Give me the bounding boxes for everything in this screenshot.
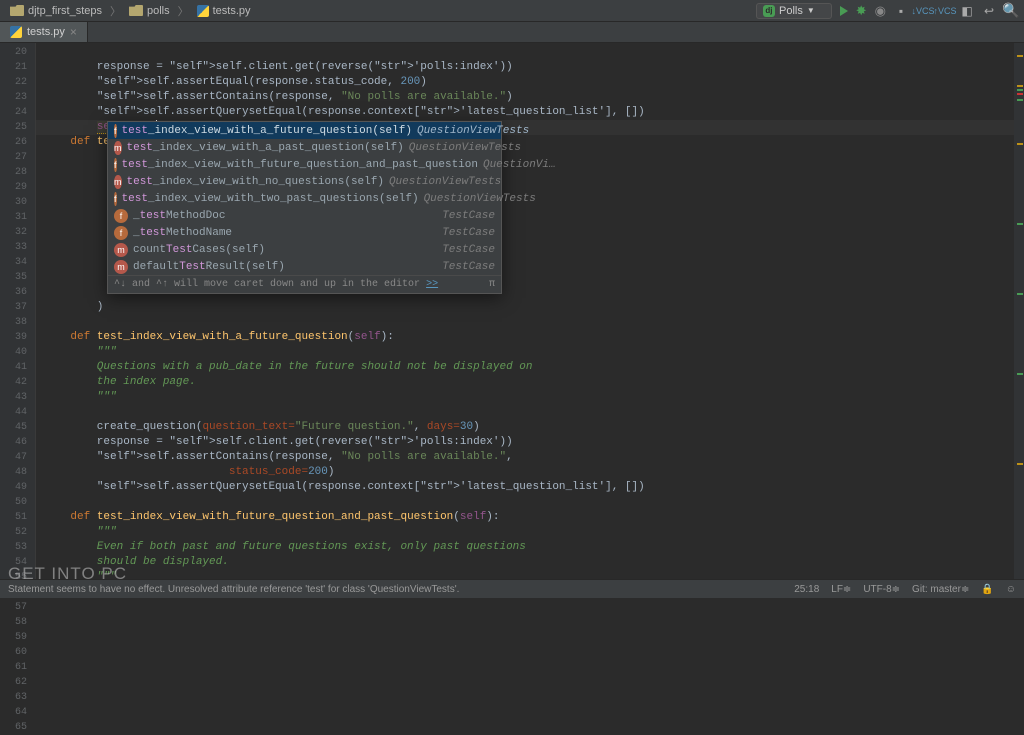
file-encoding[interactable]: UTF-8≑ bbox=[863, 584, 900, 595]
completion-kind-icon: m bbox=[114, 260, 128, 274]
autocomplete-item[interactable]: ftest_index_view_with_a_future_question(… bbox=[108, 122, 501, 139]
autocomplete-popup[interactable]: ftest_index_view_with_a_future_question(… bbox=[107, 121, 502, 294]
lock-icon[interactable]: 🔒 bbox=[981, 584, 993, 595]
folder-icon bbox=[10, 5, 24, 16]
breadcrumb-folder[interactable]: polls bbox=[125, 3, 174, 19]
completion-kind-icon: f bbox=[114, 124, 117, 138]
editor-actions-link[interactable]: >> bbox=[426, 279, 438, 290]
autocomplete-item[interactable]: mdefaultTestResult(self)TestCase bbox=[108, 258, 501, 275]
status-bar: Statement seems to have no effect. Unres… bbox=[0, 579, 1024, 598]
status-message: Statement seems to have no effect. Unres… bbox=[8, 584, 459, 595]
toolbar-right: djPolls ▼ ✸ ◉ ▪ ↓VCS ↑VCS ◧ ↩ 🔍 bbox=[756, 3, 1018, 19]
autocomplete-item[interactable]: mcountTestCases(self)TestCase bbox=[108, 241, 501, 258]
close-icon[interactable]: × bbox=[70, 25, 77, 39]
git-branch[interactable]: Git: master≑ bbox=[912, 584, 969, 595]
run-button[interactable] bbox=[840, 6, 848, 16]
python-file-icon bbox=[197, 5, 209, 17]
breadcrumb-root[interactable]: djtp_first_steps bbox=[6, 3, 106, 19]
autocomplete-hint: ^↓ and ^↑ will move caret down and up in… bbox=[108, 275, 501, 293]
autocomplete-item[interactable]: f_testMethodDocTestCase bbox=[108, 207, 501, 224]
error-stripe[interactable] bbox=[1014, 43, 1024, 579]
completion-kind-icon: f bbox=[114, 158, 117, 172]
run-with-coverage-button[interactable]: ◉ bbox=[875, 3, 886, 19]
editor-tabs: tests.py × bbox=[0, 22, 1024, 43]
chevron-down-icon: ▼ bbox=[807, 6, 815, 15]
vcs-revert-button[interactable]: ↩ bbox=[982, 4, 996, 18]
vcs-update-button[interactable]: ↓VCS bbox=[916, 4, 930, 18]
top-toolbar: djtp_first_steps 〉 polls 〉 tests.py djPo… bbox=[0, 0, 1024, 22]
profile-button[interactable]: ▪ bbox=[894, 4, 908, 18]
watermark: GET INTO PC bbox=[8, 564, 127, 584]
autocomplete-item[interactable]: mtest_index_view_with_a_past_question(se… bbox=[108, 139, 501, 156]
tab-tests-py[interactable]: tests.py × bbox=[0, 22, 88, 42]
debug-button[interactable]: ✸ bbox=[856, 3, 867, 19]
folder-icon bbox=[129, 5, 143, 16]
completion-kind-icon: m bbox=[114, 243, 128, 257]
autocomplete-item[interactable]: mtest_index_view_with_no_questions(self)… bbox=[108, 173, 501, 190]
python-file-icon bbox=[10, 26, 22, 38]
breadcrumb: djtp_first_steps 〉 polls 〉 tests.py bbox=[6, 3, 255, 19]
chevron-right-icon: 〉 bbox=[110, 3, 121, 19]
autocomplete-item[interactable]: ftest_index_view_with_two_past_questions… bbox=[108, 190, 501, 207]
line-gutter: 2021222324252627282930313233343536373839… bbox=[0, 43, 36, 579]
vcs-commit-button[interactable]: ↑VCS bbox=[938, 4, 952, 18]
breadcrumb-file[interactable]: tests.py bbox=[193, 3, 255, 19]
completion-kind-icon: f bbox=[114, 192, 117, 206]
chevron-right-icon: 〉 bbox=[178, 3, 189, 19]
editor[interactable]: 2021222324252627282930313233343536373839… bbox=[0, 43, 1024, 579]
completion-kind-icon: f bbox=[114, 209, 128, 223]
completion-kind-icon: m bbox=[114, 175, 122, 189]
django-icon: dj bbox=[763, 5, 775, 17]
completion-kind-icon: m bbox=[114, 141, 122, 155]
autocomplete-item[interactable]: f_testMethodNameTestCase bbox=[108, 224, 501, 241]
cursor-position[interactable]: 25:18 bbox=[794, 584, 819, 595]
autocomplete-item[interactable]: ftest_index_view_with_future_question_an… bbox=[108, 156, 501, 173]
completion-kind-icon: f bbox=[114, 226, 128, 240]
line-separator[interactable]: LF≑ bbox=[831, 584, 851, 595]
run-config-selector[interactable]: djPolls ▼ bbox=[756, 3, 832, 19]
hector-icon[interactable]: ☺ bbox=[1006, 584, 1016, 595]
search-everywhere-icon[interactable]: 🔍 bbox=[1004, 4, 1018, 18]
vcs-history-button[interactable]: ◧ bbox=[960, 4, 974, 18]
